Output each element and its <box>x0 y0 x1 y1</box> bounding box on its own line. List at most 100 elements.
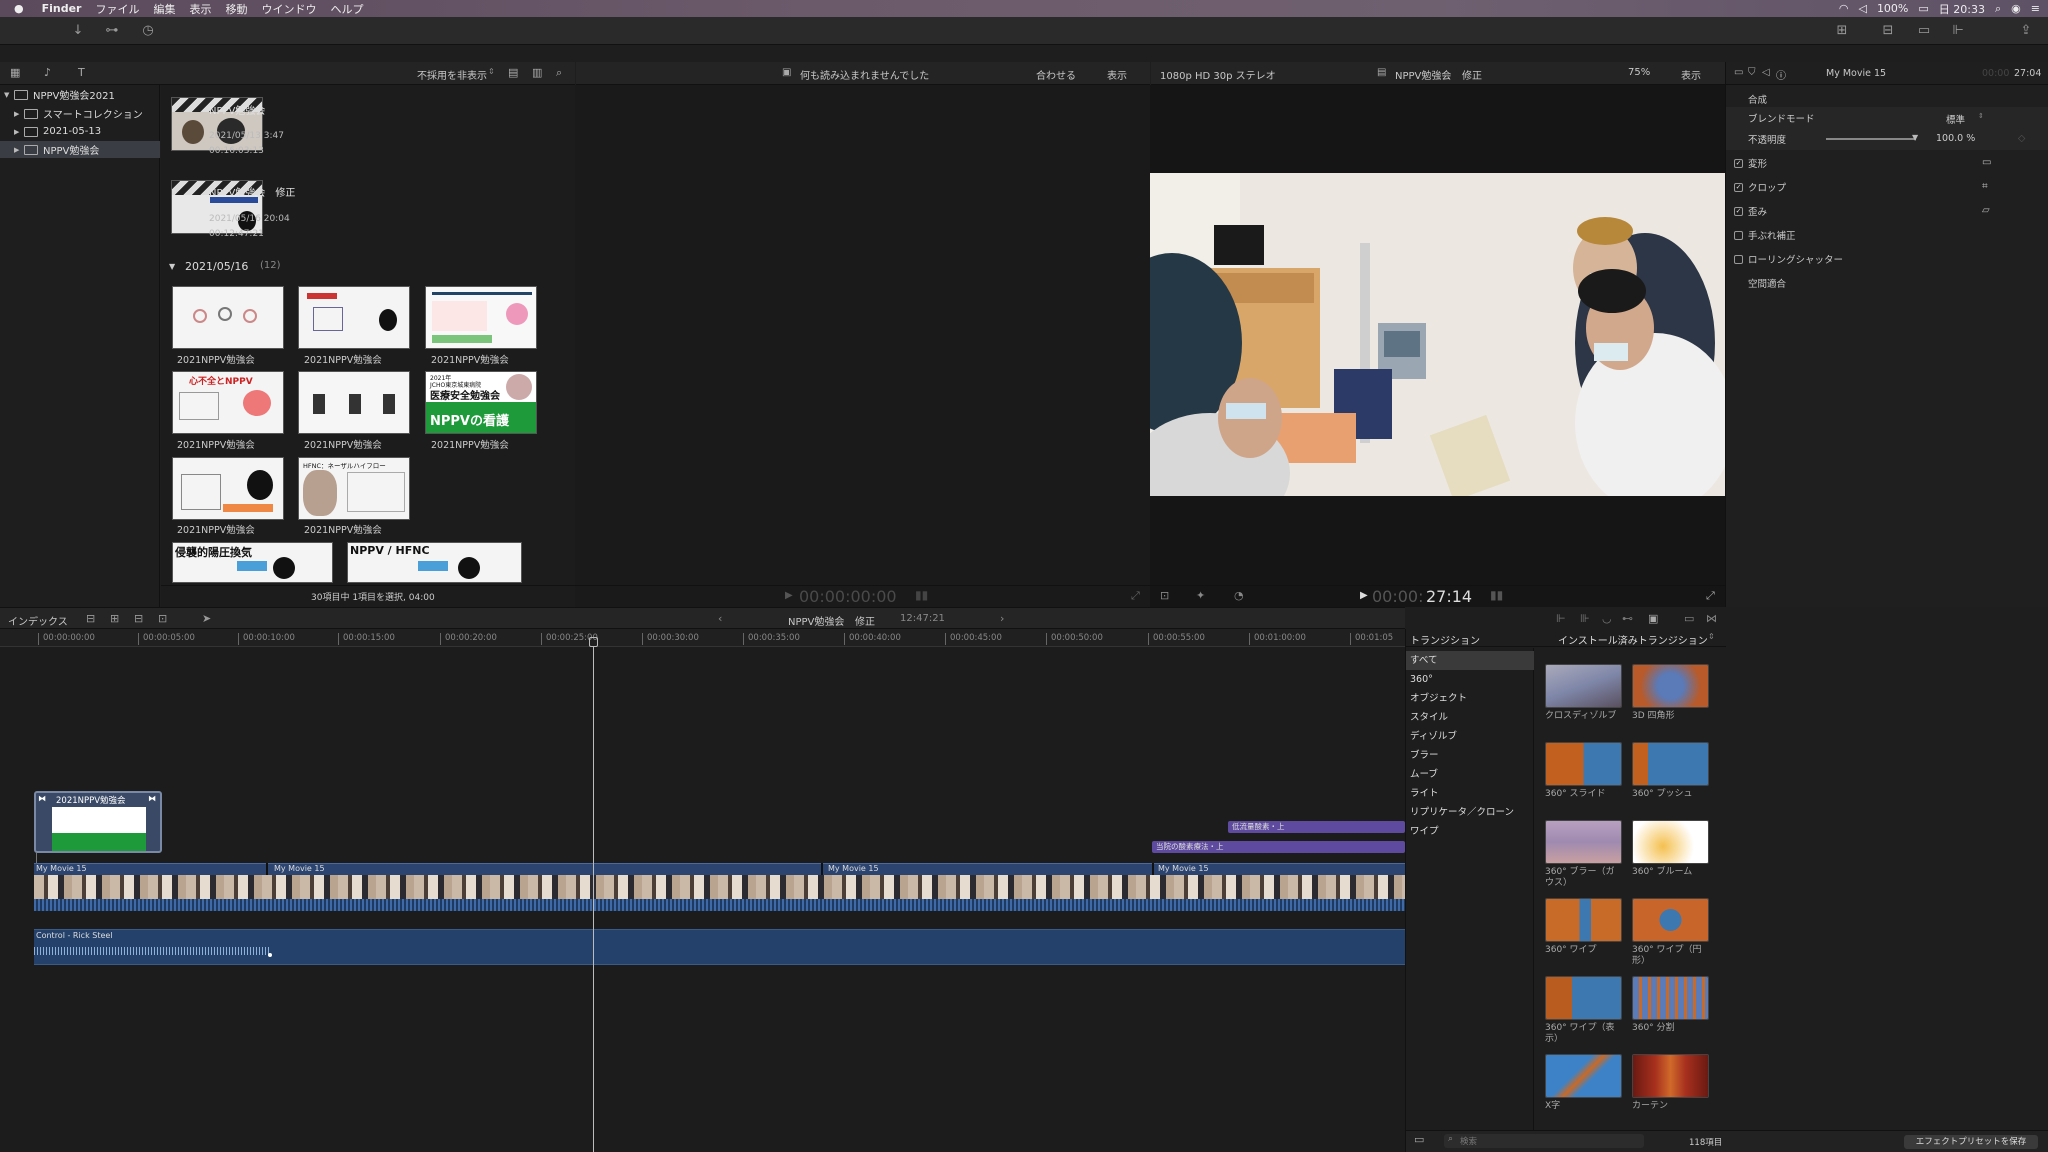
crop-row[interactable]: ✓ クロップ ⌗ <box>1726 176 2048 198</box>
rolling-shutter-checkbox[interactable] <box>1734 254 1743 264</box>
installed-dropdown[interactable]: インストール済みトランジション <box>1558 632 1708 647</box>
menu-edit[interactable]: 編集 <box>153 1 175 17</box>
transition-thumb[interactable] <box>1545 898 1622 942</box>
crop-onscreen-icon[interactable]: ⌗ <box>1982 181 1988 192</box>
back-arrow-icon[interactable]: ‹ <box>718 612 722 625</box>
inspector-toggle-icon[interactable]: ⊩ <box>1950 23 1966 39</box>
disclosure-icon[interactable]: ▶ <box>14 146 24 154</box>
spatial-conform-row[interactable]: 空間適合 <box>1726 272 2048 294</box>
view-dropdown[interactable]: 表示 <box>1107 67 1127 82</box>
transition-thumb[interactable] <box>1545 976 1622 1020</box>
timeline[interactable]: 2021NPPV勉強会 ⧓ ⧓ 低流量酸素・上 当院の酸素療法・上 My Mov… <box>0 647 1405 1152</box>
library-item-event2[interactable]: ▶ NPPV勉強会 <box>0 141 160 158</box>
video-frame[interactable] <box>1150 173 1725 496</box>
transform-onscreen-icon[interactable]: ▭ <box>1982 157 1991 168</box>
titles-icon[interactable]: T <box>78 66 85 79</box>
play-button[interactable]: ▶ <box>785 590 793 601</box>
connected-clip[interactable]: 2021NPPV勉強会 ⧓ ⧓ <box>34 791 162 853</box>
background-tasks-icon[interactable]: ◷ <box>140 23 156 39</box>
save-preset-button[interactable]: エフェクトプリセットを保存 <box>1904 1135 2038 1149</box>
transition-thumb[interactable] <box>1632 1054 1709 1098</box>
speed-icon[interactable]: ◔ <box>1234 589 1244 602</box>
library-icon[interactable]: ▦ <box>10 66 20 79</box>
volume-icon[interactable]: ◁ <box>1858 2 1866 15</box>
category-all[interactable]: すべて <box>1406 651 1534 670</box>
transition-thumb[interactable] <box>1632 976 1709 1020</box>
opacity-value[interactable]: 100.0 % <box>1936 133 1975 144</box>
sidebar-toggle-icon[interactable]: ▭ <box>1414 1133 1424 1146</box>
menu-file[interactable]: ファイル <box>95 1 139 17</box>
blend-mode-dropdown[interactable]: 標準 <box>1946 112 1965 126</box>
category-stylized[interactable]: スタイル <box>1406 708 1534 727</box>
category-lights[interactable]: ライト <box>1406 784 1534 803</box>
timeline-project-suffix[interactable]: 修正 <box>855 613 875 628</box>
audio-fade-handle[interactable] <box>268 953 272 957</box>
opacity-slider-track[interactable] <box>1826 138 1916 140</box>
search-icon[interactable]: ⌕ <box>1995 2 2001 16</box>
fullscreen-icon[interactable]: ⤢ <box>1706 589 1715 603</box>
insert-icon[interactable]: ⊞ <box>110 612 119 625</box>
title-clip[interactable]: 当院の酸素療法・上 <box>1152 841 1405 853</box>
category-blurs[interactable]: ブラー <box>1406 746 1534 765</box>
transition-thumb[interactable] <box>1545 820 1622 864</box>
user-icon[interactable]: ◉ <box>2011 2 2021 15</box>
window-layout-icon[interactable]: ⊞ <box>1834 23 1850 39</box>
transition-thumb[interactable] <box>1632 898 1709 942</box>
forward-arrow-icon[interactable]: › <box>1000 612 1004 625</box>
clip-appearance-icon[interactable]: ▤ <box>508 66 518 79</box>
menu-go[interactable]: 移動 <box>225 1 247 17</box>
battery-icon[interactable]: ▭ <box>1918 2 1928 15</box>
disclosure-open-icon[interactable]: ▼ <box>4 91 14 99</box>
clip-thumbnail[interactable]: 侵襲的陽圧換気 <box>172 542 333 583</box>
audio-skim-icon[interactable]: ⊪ <box>1580 612 1590 625</box>
playhead[interactable] <box>593 647 594 1152</box>
category-360[interactable]: 360° <box>1406 670 1534 689</box>
snapping-icon[interactable]: ⊷ <box>1622 612 1633 625</box>
share-icon[interactable]: ⇪ <box>2018 23 2034 39</box>
clip-thumbnail[interactable]: HFNC：ネーザルハイフロー <box>298 457 410 520</box>
clip-appearance-icon[interactable]: ▣ <box>1648 612 1658 625</box>
battery-level[interactable]: 100% <box>1877 2 1908 15</box>
select-tool-icon[interactable]: ➤ <box>202 612 211 625</box>
clip-thumbnail[interactable] <box>298 371 410 434</box>
playhead-marker[interactable] <box>589 637 598 647</box>
clip-thumbnail[interactable] <box>172 457 284 520</box>
category-replicator[interactable]: リプリケータ／クローン <box>1406 803 1534 822</box>
rolling-shutter-row[interactable]: ローリングシャッター <box>1726 248 2048 270</box>
library-root[interactable]: ▼ NPPV勉強会2021 <box>0 86 160 103</box>
hide-rejected-dropdown[interactable]: 不採用を非表示 <box>417 67 487 82</box>
title-clip[interactable]: 低流量酸素・上 <box>1228 821 1405 833</box>
apple-icon[interactable]: ● <box>14 2 24 15</box>
transform-checkbox[interactable]: ✓ <box>1734 158 1743 168</box>
transition-thumb[interactable] <box>1545 742 1622 786</box>
filmstrip-icon[interactable]: ▥ <box>532 66 542 79</box>
distort-row[interactable]: ✓ 歪み ▱ <box>1726 200 2048 222</box>
audio-icon[interactable]: ◁ <box>1762 67 1770 78</box>
transition-handle-icon[interactable]: ⧓ <box>148 794 156 803</box>
effects-browser-icon[interactable]: ▭ <box>1684 612 1694 625</box>
menu-help[interactable]: ヘルプ <box>330 1 363 17</box>
distort-checkbox[interactable]: ✓ <box>1734 206 1743 216</box>
clip-thumbnail[interactable] <box>298 286 410 349</box>
transition-thumb[interactable] <box>1545 664 1622 708</box>
library-item-smart[interactable]: ▶ スマートコレクション <box>0 105 160 122</box>
library-item-event1[interactable]: ▶ 2021-05-13 <box>0 123 160 140</box>
category-objects[interactable]: オブジェクト <box>1406 689 1534 708</box>
timeline-toggle-icon[interactable]: ▭ <box>1916 23 1932 39</box>
connect-icon[interactable]: ⊟ <box>86 612 95 625</box>
overwrite-icon[interactable]: ⊡ <box>158 612 167 625</box>
clock[interactable]: 日 20:33 <box>1939 1 1985 17</box>
menu-view[interactable]: 表示 <box>189 1 211 17</box>
category-wipes[interactable]: ワイプ <box>1406 822 1534 841</box>
zoom-dropdown[interactable]: 75% <box>1628 67 1650 78</box>
opacity-slider-knob[interactable]: ▼ <box>1912 133 1918 142</box>
clip-thumbnail[interactable] <box>425 286 537 349</box>
fit-dropdown[interactable]: 合わせる <box>1036 67 1076 82</box>
search-icon[interactable]: ⌕ <box>556 66 562 80</box>
menu-finder[interactable]: Finder <box>42 2 82 15</box>
category-movements[interactable]: ムーブ <box>1406 765 1534 784</box>
clip-thumbnail[interactable]: 心不全とNPPV <box>172 371 284 434</box>
transitions-browser-icon[interactable]: ⋈ <box>1706 612 1717 625</box>
search-field[interactable]: ⌕ 検索 <box>1444 1134 1644 1148</box>
distort-onscreen-icon[interactable]: ▱ <box>1982 205 1990 216</box>
